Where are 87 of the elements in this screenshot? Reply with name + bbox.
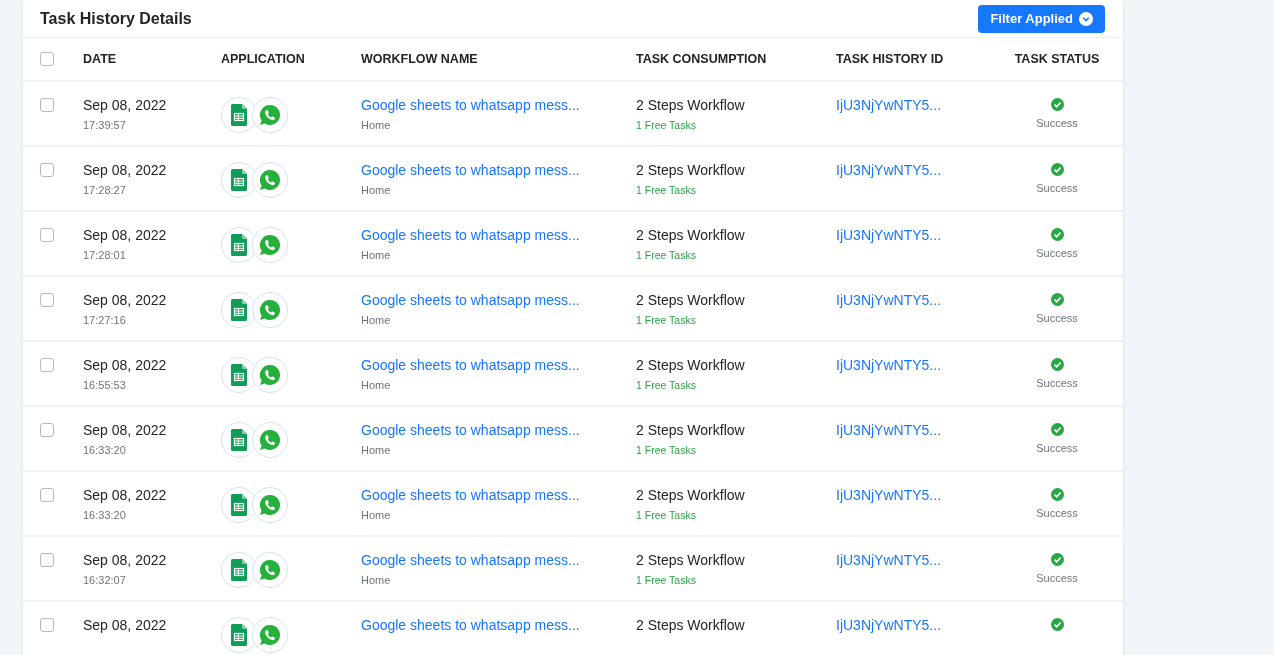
task-history-id-link[interactable]: IjU3NjYwNTY5... xyxy=(836,551,942,569)
task-history-id-link[interactable]: IjU3NjYwNTY5... xyxy=(836,226,942,244)
section-title: Task History Details xyxy=(40,8,192,29)
date-text: Sep 08, 2022 xyxy=(83,486,167,504)
folder-text: Home xyxy=(361,443,391,457)
free-tasks-text: 1 Free Tasks xyxy=(636,378,696,392)
column-header: TASK STATUS xyxy=(1014,51,1100,67)
workflow-link[interactable]: Google sheets to whatsapp mess... xyxy=(361,551,580,569)
folder-text: Home xyxy=(361,573,391,587)
consumption-text: 2 Steps Workflow xyxy=(636,161,745,179)
checkbox[interactable] xyxy=(40,163,54,177)
status-text: Success xyxy=(1036,441,1078,455)
column-header: APPLICATION xyxy=(221,51,305,67)
status-text: Success xyxy=(1036,116,1078,130)
time-text: 17:28:27 xyxy=(83,183,126,197)
free-tasks-text: 1 Free Tasks xyxy=(636,248,696,262)
task-history-id-link[interactable]: IjU3NjYwNTY5... xyxy=(836,96,942,114)
time-text: 17:28:01 xyxy=(83,248,126,262)
consumption-text: 2 Steps Workflow xyxy=(636,486,745,504)
workflow-link[interactable]: Google sheets to whatsapp mess... xyxy=(361,96,580,114)
folder-text: Home xyxy=(361,508,391,522)
folder-text: Home xyxy=(361,248,391,262)
status-text: Success xyxy=(1036,246,1078,260)
filter-button[interactable]: Filter Applied xyxy=(978,4,1105,33)
status-text: Success xyxy=(1036,181,1078,195)
folder-text: Home xyxy=(361,313,391,327)
chevron-down-icon xyxy=(1079,11,1093,26)
consumption-text: 2 Steps Workflow xyxy=(636,616,745,634)
date-text: Sep 08, 2022 xyxy=(83,421,167,439)
workflow-link[interactable]: Google sheets to whatsapp mess... xyxy=(361,616,580,634)
column-header: TASK CONSUMPTION xyxy=(636,51,767,67)
task-history-id-link[interactable]: IjU3NjYwNTY5... xyxy=(836,616,942,634)
consumption-text: 2 Steps Workflow xyxy=(636,291,745,309)
time-text: 16:32:07 xyxy=(83,573,126,587)
date-text: Sep 08, 2022 xyxy=(83,226,167,244)
checkbox[interactable] xyxy=(40,488,54,502)
free-tasks-text: 1 Free Tasks xyxy=(636,118,696,132)
workflow-link[interactable]: Google sheets to whatsapp mess... xyxy=(361,356,580,374)
free-tasks-text: 1 Free Tasks xyxy=(636,508,696,522)
checkbox[interactable] xyxy=(40,228,54,242)
status-text: Success xyxy=(1036,311,1078,325)
status-text: Success xyxy=(1036,506,1078,520)
date-text: Sep 08, 2022 xyxy=(83,356,167,374)
consumption-text: 2 Steps Workflow xyxy=(636,421,745,439)
workflow-link[interactable]: Google sheets to whatsapp mess... xyxy=(361,421,580,439)
checkbox[interactable] xyxy=(40,358,54,372)
time-text: 17:27:16 xyxy=(83,313,126,327)
workflow-link[interactable]: Google sheets to whatsapp mess... xyxy=(361,226,580,244)
time-text: 16:55:53 xyxy=(83,378,126,392)
consumption-text: 2 Steps Workflow xyxy=(636,356,745,374)
workflow-link[interactable]: Google sheets to whatsapp mess... xyxy=(361,486,580,504)
column-header: TASK HISTORY ID xyxy=(836,51,944,67)
task-history-id-link[interactable]: IjU3NjYwNTY5... xyxy=(836,421,942,439)
free-tasks-text: 1 Free Tasks xyxy=(636,313,696,327)
column-header: WORKFLOW NAME xyxy=(361,51,478,67)
date-text: Sep 08, 2022 xyxy=(83,291,167,309)
folder-text: Home xyxy=(361,378,391,392)
time-text: 17:39:57 xyxy=(83,118,126,132)
workflow-link[interactable]: Google sheets to whatsapp mess... xyxy=(361,161,580,179)
checkbox[interactable] xyxy=(40,98,54,112)
checkbox[interactable] xyxy=(40,293,54,307)
task-history-id-link[interactable]: IjU3NjYwNTY5... xyxy=(836,161,942,179)
date-text: Sep 08, 2022 xyxy=(83,161,167,179)
checkbox[interactable] xyxy=(40,553,54,567)
folder-text: Home xyxy=(361,118,391,132)
free-tasks-text: 1 Free Tasks xyxy=(636,573,696,587)
consumption-text: 2 Steps Workflow xyxy=(636,551,745,569)
status-text: Success xyxy=(1036,571,1078,585)
task-history-id-link[interactable]: IjU3NjYwNTY5... xyxy=(836,486,942,504)
free-tasks-text: 1 Free Tasks xyxy=(636,183,696,197)
folder-text: Home xyxy=(361,183,391,197)
column-header: DATE xyxy=(83,51,117,67)
date-text: Sep 08, 2022 xyxy=(83,96,167,114)
checkbox[interactable] xyxy=(40,52,54,66)
free-tasks-text: 1 Free Tasks xyxy=(636,443,696,457)
time-text: 16:33:20 xyxy=(83,443,126,457)
time-text: 16:33:20 xyxy=(83,508,126,522)
consumption-text: 2 Steps Workflow xyxy=(636,96,745,114)
date-text: Sep 08, 2022 xyxy=(83,616,167,634)
status-text: Success xyxy=(1036,376,1078,390)
date-text: Sep 08, 2022 xyxy=(83,551,167,569)
task-history-id-link[interactable]: IjU3NjYwNTY5... xyxy=(836,356,942,374)
consumption-text: 2 Steps Workflow xyxy=(636,226,745,244)
checkbox[interactable] xyxy=(40,618,54,632)
workflow-link[interactable]: Google sheets to whatsapp mess... xyxy=(361,291,580,309)
task-history-id-link[interactable]: IjU3NjYwNTY5... xyxy=(836,291,942,309)
checkbox[interactable] xyxy=(40,423,54,437)
